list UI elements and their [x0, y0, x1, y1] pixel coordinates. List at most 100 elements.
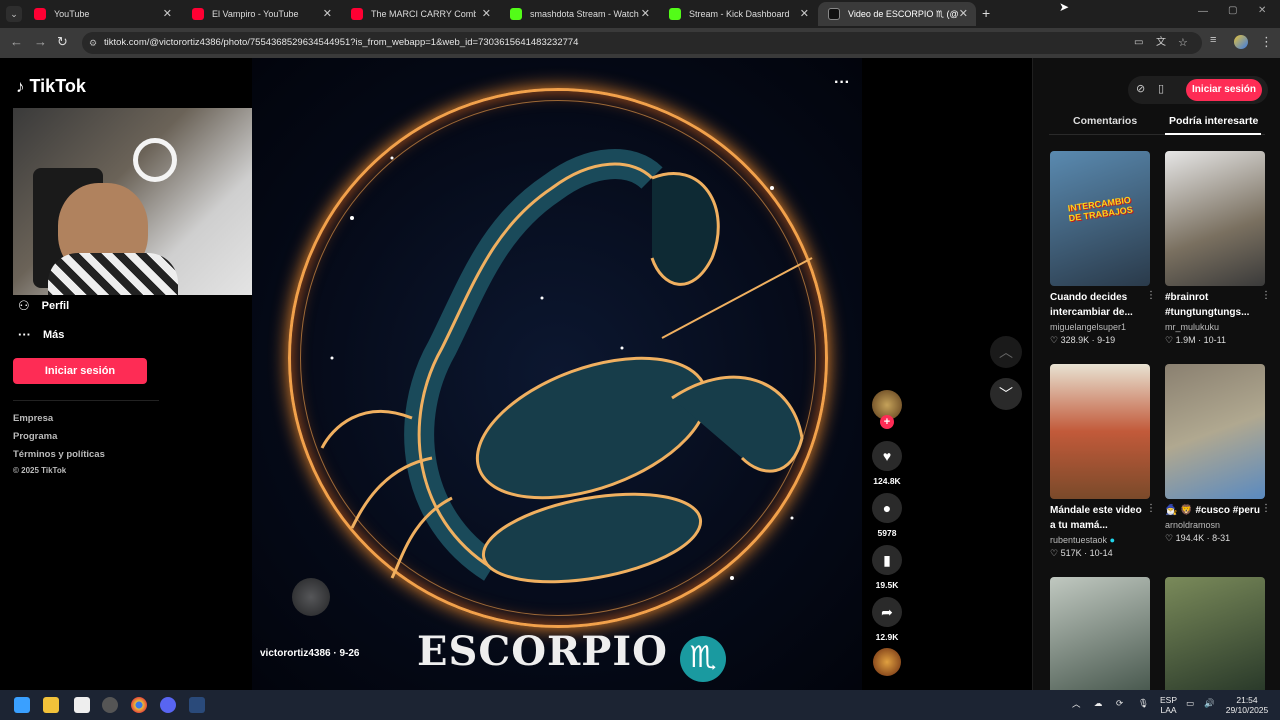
- person-icon: ⚇: [18, 298, 30, 313]
- bookmark-star-icon[interactable]: ☆: [1178, 32, 1188, 54]
- suggested-video-card[interactable]: [1165, 577, 1265, 690]
- card-stats: ♡ 517K · 10-14: [1050, 548, 1113, 558]
- video-thumbnail[interactable]: [1165, 577, 1265, 690]
- windows-start-icon[interactable]: [14, 697, 30, 713]
- suggested-video-card[interactable]: [1050, 577, 1150, 690]
- login-button[interactable]: Iniciar sesión: [13, 358, 147, 384]
- close-window-icon[interactable]: ✕: [1258, 5, 1266, 16]
- tab-search-icon[interactable]: ⌄: [6, 6, 22, 22]
- close-icon[interactable]: ✕: [163, 7, 172, 20]
- microphone-icon[interactable]: 🎙: [1138, 698, 1149, 709]
- card-user[interactable]: miguelangelsuper1: [1050, 322, 1150, 332]
- suggested-video-card[interactable]: 🧙‍♂️ 🦁 #cusco #peru arnoldramosn ♡ 194.4…: [1165, 364, 1271, 544]
- card-user[interactable]: arnoldramosn: [1165, 520, 1265, 530]
- video-author-date[interactable]: victorortiz4386 · 9-26: [260, 648, 360, 659]
- card-title: Mándale este video a tu mamá...: [1050, 505, 1142, 531]
- video-thumbnail[interactable]: [1050, 364, 1150, 499]
- like-action[interactable]: ♥ 124.8K: [872, 441, 902, 486]
- kick-icon: [669, 8, 681, 20]
- video-thumbnail[interactable]: [1165, 364, 1265, 499]
- close-icon[interactable]: ✕: [641, 7, 650, 20]
- network-icon[interactable]: ▭: [1186, 698, 1194, 709]
- bookmark-icon[interactable]: ▮: [872, 545, 902, 575]
- kebab-menu-icon[interactable]: ⋮: [1260, 34, 1273, 50]
- comment-action[interactable]: ● 5978: [872, 493, 902, 538]
- tab-youtube[interactable]: YouTube ✕: [24, 2, 180, 26]
- translate-icon[interactable]: 文: [1156, 32, 1166, 54]
- nav-perfil[interactable]: ⚇ Perfil: [18, 298, 69, 314]
- volume-icon[interactable]: 🔊: [1204, 698, 1215, 709]
- music-disc-icon[interactable]: [873, 648, 901, 676]
- tab-el-vampiro[interactable]: El Vampiro - YouTube ✕: [182, 2, 340, 26]
- tray-chevron-icon[interactable]: ︿: [1072, 698, 1081, 710]
- video-caption-title: ESCORPIO: [417, 628, 668, 675]
- maximize-icon[interactable]: ▢: [1228, 5, 1237, 16]
- share-arrow-icon[interactable]: ➦: [872, 597, 902, 627]
- tab-marci-carry[interactable]: The MARCI CARRY Combo That ✕: [341, 2, 499, 26]
- sync-icon[interactable]: ⟳: [1116, 698, 1123, 709]
- cloud-icon[interactable]: ☁: [1094, 698, 1103, 709]
- video-thumbnail[interactable]: INTERCAMBIO DE TRABAJOS: [1050, 151, 1150, 286]
- profile-avatar[interactable]: [1234, 35, 1248, 49]
- url-field[interactable]: ⚙ tiktok.com/@victorortiz4386/photo/7554…: [82, 32, 1202, 54]
- close-icon[interactable]: ✕: [482, 7, 491, 20]
- heart-icon[interactable]: ♥: [872, 441, 902, 471]
- card-title: Cuando decides intercambiar de...: [1050, 292, 1133, 318]
- file-explorer-icon[interactable]: [43, 697, 59, 713]
- kebab-icon[interactable]: ⋮: [1146, 503, 1156, 514]
- tab-smashdota[interactable]: smashdota Stream - Watch Live ✕: [500, 2, 658, 26]
- heart-outline-icon: ♡: [1165, 533, 1174, 543]
- tab-escorpio[interactable]: Video de ESCORPIO ♏ (@victo ✕: [818, 2, 976, 26]
- video-thumbnail[interactable]: [1050, 577, 1150, 690]
- cast-icon[interactable]: ▭: [1134, 32, 1143, 54]
- nav-mas[interactable]: ··· Más: [18, 327, 64, 342]
- footer-terminos[interactable]: Términos y políticas: [13, 449, 105, 460]
- next-video-chevron-down-icon[interactable]: ﹀: [990, 378, 1022, 410]
- media-control-icon[interactable]: ≡: [1210, 34, 1216, 46]
- reload-icon[interactable]: ↻: [57, 34, 68, 50]
- card-user[interactable]: mr_mulukuku: [1165, 322, 1265, 332]
- tab-podria-interesarte[interactable]: Podría interesarte: [1169, 115, 1258, 127]
- follow-plus-icon[interactable]: +: [880, 415, 894, 429]
- discord-icon[interactable]: [160, 697, 176, 713]
- chrome-icon[interactable]: [131, 697, 147, 713]
- obs-icon[interactable]: [102, 697, 118, 713]
- kebab-icon[interactable]: ⋮: [1261, 290, 1271, 301]
- forward-arrow-icon[interactable]: →: [34, 34, 47, 49]
- close-icon[interactable]: ✕: [323, 7, 332, 20]
- back-arrow-icon[interactable]: ←: [10, 34, 23, 49]
- suggested-video-card[interactable]: INTERCAMBIO DE TRABAJOS Cuando decides i…: [1050, 151, 1156, 346]
- suggested-video-card[interactable]: Mándale este video a tu mamá... rubentue…: [1050, 364, 1156, 559]
- tab-title: El Vampiro - YouTube: [212, 9, 299, 19]
- phone-icon[interactable]: ▯: [1158, 82, 1164, 95]
- close-icon[interactable]: ✕: [800, 7, 809, 20]
- suggested-video-card[interactable]: #brainrot #tungtungtungs... mr_mulukuku …: [1165, 151, 1271, 346]
- clock[interactable]: 21:54 29/10/2025: [1222, 695, 1272, 715]
- tab-kick-dashboard[interactable]: Stream - Kick Dashboard ✕: [659, 2, 817, 26]
- tab-comentarios[interactable]: Comentarios: [1073, 115, 1137, 127]
- capcut-icon[interactable]: [74, 697, 90, 713]
- share-action[interactable]: ➦ 12.9K: [872, 597, 902, 642]
- tiktok-logo[interactable]: ♪ TikTok: [16, 76, 86, 97]
- site-info-icon[interactable]: ⚙: [89, 32, 97, 54]
- video-player[interactable]: ··· victorortiz4386 · 9-26 ESCORPIO ♏: [252, 58, 862, 690]
- more-options-icon[interactable]: ···: [834, 74, 850, 92]
- scorpion-illustration: [320, 149, 813, 584]
- verified-badge-icon: ●: [1109, 535, 1115, 545]
- save-action[interactable]: ▮ 19.5K: [872, 545, 902, 590]
- kebab-icon[interactable]: ⋮: [1261, 503, 1271, 514]
- minimize-icon[interactable]: —: [1198, 6, 1208, 17]
- language-indicator[interactable]: ESP LAA: [1160, 695, 1177, 715]
- compass-icon[interactable]: ⊘: [1136, 82, 1145, 95]
- comment-icon[interactable]: ●: [872, 493, 902, 523]
- card-user[interactable]: rubentuestaok ●: [1050, 535, 1150, 545]
- close-icon[interactable]: ✕: [959, 7, 968, 20]
- previous-video-chevron-up-icon[interactable]: ︿: [990, 336, 1022, 368]
- footer-empresa[interactable]: Empresa: [13, 413, 53, 424]
- video-thumbnail[interactable]: [1165, 151, 1265, 286]
- login-button-top[interactable]: Iniciar sesión: [1186, 79, 1262, 101]
- new-tab-plus-icon[interactable]: +: [982, 5, 990, 21]
- footer-programa[interactable]: Programa: [13, 431, 57, 442]
- steam-icon[interactable]: [189, 697, 205, 713]
- kebab-icon[interactable]: ⋮: [1146, 290, 1156, 301]
